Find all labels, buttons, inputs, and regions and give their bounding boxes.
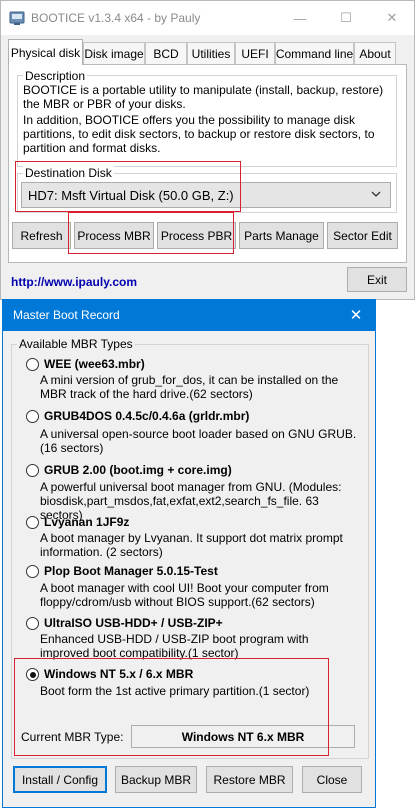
- minimize-icon: —: [293, 10, 307, 26]
- dialog-title-bar[interactable]: Master Boot Record ✕: [3, 300, 375, 331]
- parts-manage-button[interactable]: Parts Manage: [239, 222, 324, 249]
- app-icon: [9, 11, 25, 25]
- destination-label: Destination Disk: [23, 166, 114, 180]
- mbr-option-grub4dos[interactable]: GRUB4DOS 0.4.5c/0.4.6a (grldr.mbr) A uni…: [26, 408, 357, 455]
- tab-bcd[interactable]: BCD: [145, 42, 187, 64]
- mbr-option-title: Windows NT 5.x / 6.x MBR: [44, 667, 194, 681]
- dialog-title: Master Boot Record: [13, 308, 120, 322]
- title-bar[interactable]: BOOTICE v1.3.4 x64 - by Pauly — ☐ ✕: [1, 1, 414, 35]
- mbr-option-lvyanan[interactable]: Lvyanan 1JF9z A boot manager by Lvyanan.…: [26, 514, 356, 560]
- close-icon: ✕: [386, 10, 398, 25]
- current-mbr-label: Current MBR Type:: [21, 730, 124, 744]
- maximize-icon: ☐: [340, 10, 352, 25]
- description-paragraph-1: BOOTICE is a portable utility to manipul…: [23, 83, 384, 111]
- radio-ultraiso[interactable]: [26, 617, 39, 630]
- radio-lvyanan[interactable]: [26, 516, 39, 529]
- destination-disk-select[interactable]: HD7: Msft Virtual Disk (50.0 GB, Z:): [21, 182, 391, 208]
- mbr-option-ultraiso[interactable]: UltraISO USB-HDD+ / USB-ZIP+ Enhanced US…: [26, 615, 356, 661]
- mbr-types-label: Available MBR Types: [17, 337, 135, 351]
- radio-windows-nt[interactable]: [26, 668, 39, 681]
- mbr-option-title: WEE (wee63.mbr): [44, 357, 145, 371]
- mbr-option-title: UltraISO USB-HDD+ / USB-ZIP+: [44, 616, 223, 630]
- mbr-option-grub2[interactable]: GRUB 2.00 (boot.img + core.img) A powerf…: [26, 462, 356, 522]
- tab-physical-disk[interactable]: Physical disk: [8, 39, 83, 65]
- dialog-close-button[interactable]: ✕: [343, 304, 369, 326]
- mbr-option-desc: A boot manager with cool UI! Boot your c…: [40, 581, 329, 609]
- tab-uefi[interactable]: UEFI: [235, 42, 275, 64]
- mbr-option-windows-nt[interactable]: Windows NT 5.x / 6.x MBR Boot form the 1…: [26, 667, 356, 699]
- mbr-option-title: GRUB4DOS 0.4.5c/0.4.6a (grldr.mbr): [44, 409, 250, 423]
- mbr-option-title: Plop Boot Manager 5.0.15-Test: [44, 564, 218, 578]
- current-mbr-value: Windows NT 6.x MBR: [131, 725, 355, 748]
- mbr-option-desc: Enhanced USB-HDD / USB-ZIP boot program …: [40, 632, 309, 660]
- mbr-option-desc: A mini version of grub_for_dos, it can b…: [40, 373, 339, 401]
- mbr-option-desc: A universal open-source boot loader base…: [40, 427, 357, 455]
- radio-grub4dos[interactable]: [26, 410, 39, 423]
- close-icon: ✕: [349, 307, 363, 324]
- tab-utilities[interactable]: Utilities: [187, 42, 235, 64]
- mbr-option-wee[interactable]: WEE (wee63.mbr) A mini version of grub_f…: [26, 356, 356, 402]
- close-button[interactable]: ✕: [369, 1, 415, 35]
- mbr-option-desc: A boot manager by Lvyanan. It support do…: [40, 531, 343, 559]
- description-label: Description: [23, 69, 88, 83]
- mbr-option-plop[interactable]: Plop Boot Manager 5.0.15-Test A boot man…: [26, 563, 356, 609]
- tab-about[interactable]: About: [354, 42, 396, 64]
- tab-command-line[interactable]: Command line: [275, 42, 354, 64]
- sector-edit-button[interactable]: Sector Edit: [327, 222, 398, 249]
- minimize-button[interactable]: —: [277, 1, 323, 35]
- install-config-button[interactable]: Install / Config: [13, 766, 107, 793]
- backup-mbr-button[interactable]: Backup MBR: [115, 766, 197, 793]
- restore-mbr-button[interactable]: Restore MBR: [206, 766, 293, 793]
- chevron-down-icon: [370, 188, 382, 203]
- tab-disk-image[interactable]: Disk image: [83, 42, 145, 64]
- window-title: BOOTICE v1.3.4 x64 - by Pauly: [31, 11, 201, 25]
- exit-button[interactable]: Exit: [347, 267, 407, 292]
- website-link[interactable]: http://www.ipauly.com: [11, 275, 137, 289]
- process-pbr-button[interactable]: Process PBR: [157, 222, 236, 249]
- maximize-button[interactable]: ☐: [323, 1, 369, 35]
- radio-wee[interactable]: [26, 358, 39, 371]
- mbr-option-title: GRUB 2.00 (boot.img + core.img): [44, 463, 232, 477]
- physical-disk-panel: Description BOOTICE is a portable utilit…: [8, 64, 407, 263]
- destination-disk-value: HD7: Msft Virtual Disk (50.0 GB, Z:): [28, 187, 234, 203]
- mbr-option-desc: Boot form the 1st active primary partiti…: [40, 684, 310, 698]
- radio-plop[interactable]: [26, 565, 39, 578]
- close-dialog-button[interactable]: Close: [302, 766, 362, 793]
- description-paragraph-2: In addition, BOOTICE offers you the poss…: [23, 113, 375, 155]
- refresh-button[interactable]: Refresh: [12, 222, 71, 249]
- radio-grub2[interactable]: [26, 464, 39, 477]
- mbr-dialog: Master Boot Record ✕ Available MBR Types…: [2, 299, 376, 808]
- mbr-option-title: Lvyanan 1JF9z: [44, 515, 130, 529]
- bootice-window: BOOTICE v1.3.4 x64 - by Pauly — ☐ ✕ Phys…: [0, 0, 415, 300]
- process-mbr-button[interactable]: Process MBR: [74, 222, 154, 249]
